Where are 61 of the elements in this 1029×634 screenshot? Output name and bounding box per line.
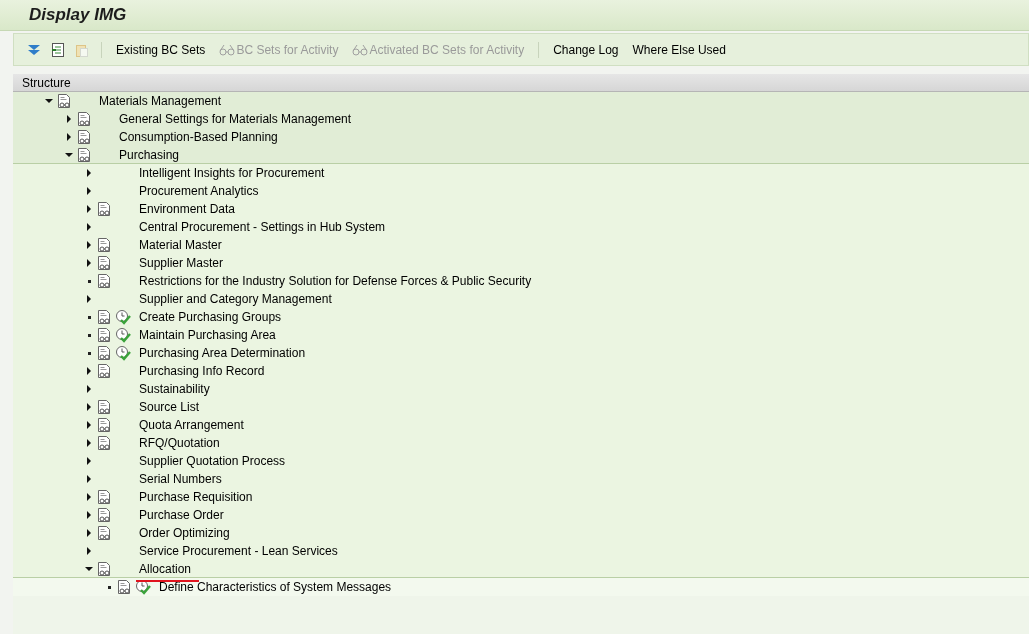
tree-node-label[interactable]: Intelligent Insights for Procurement [139,164,325,182]
tree-node-label[interactable]: Maintain Purchasing Area [139,326,276,344]
bullet-icon [87,333,91,337]
tree-node-label[interactable]: Purchase Requisition [139,488,253,506]
expand-arrow-icon[interactable] [85,439,93,447]
column-header: Structure [13,74,1029,92]
expand-arrow-icon[interactable] [65,115,73,123]
tree-node-label[interactable]: Create Purchasing Groups [139,308,282,326]
bullet-icon [87,279,91,283]
expand-arrow-icon[interactable] [85,169,93,177]
expand-all-icon [27,42,41,57]
glasses-icon [219,43,237,56]
expand-arrow-icon[interactable] [65,133,73,141]
tree-node-label[interactable]: Supplier Master [139,254,224,272]
expand-arrow-icon[interactable] [85,475,93,483]
expand-arrow-icon[interactable] [85,547,93,555]
expand-arrow-icon[interactable] [85,223,93,231]
toolbar-button[interactable]: Existing BC Sets [112,38,210,61]
tree-node-label[interactable]: Quota Arrangement [139,416,244,434]
window-title: Display IMG [29,4,127,27]
collapse-arrow-icon[interactable] [65,150,73,159]
collapse-arrow-icon[interactable] [45,97,53,105]
bullet-icon [87,315,91,319]
expand-arrow-icon[interactable] [85,457,93,465]
tree-node-label[interactable]: Sustainability [139,380,210,398]
tree-node-label[interactable]: Material Master [139,236,222,254]
tree-node-label[interactable]: Serial Numbers [139,470,222,488]
expand-arrow-icon[interactable] [85,529,93,537]
tree-node-label[interactable]: Allocation [139,559,192,578]
tree-node-label[interactable]: Supplier Quotation Process [139,452,286,470]
expand-arrow-icon[interactable] [85,385,93,393]
expand-arrow-icon[interactable] [85,295,93,303]
expand-arrow-icon[interactable] [85,421,93,429]
tree-node-label[interactable]: Purchasing [119,145,180,164]
tree-node-label[interactable]: Order Optimizing [139,524,230,542]
glasses-icon [352,43,370,56]
expand-arrow-icon[interactable] [85,205,93,213]
tree-node-label[interactable]: Source List [139,398,200,416]
expand-arrow-icon[interactable] [85,241,93,249]
tree-node-label[interactable]: Environment Data [139,200,236,218]
toolbar-button[interactable]: Change Log [549,38,623,61]
tree-node-label[interactable]: Purchase Order [139,506,224,524]
tree-node-label[interactable]: Materials Management [99,92,222,110]
bullet-icon [107,585,111,589]
document-button[interactable] [49,40,67,59]
expand-arrow-icon[interactable] [85,367,93,375]
expand-arrow-icon[interactable] [85,187,93,195]
tree-node-label[interactable]: Purchasing Area Determination [139,344,306,362]
collapse-arrow-icon[interactable] [85,564,93,573]
expand-arrow-icon[interactable] [85,493,93,501]
bullet-icon [87,351,91,355]
expand-arrow-icon[interactable] [85,511,93,519]
tree-node-label[interactable]: Service Procurement - Lean Services [139,542,338,560]
tree-node-label[interactable]: Procurement Analytics [139,182,259,200]
toolbar-button[interactable]: Where Else Used [628,38,730,61]
tree-node-label[interactable]: Supplier and Category Management [139,290,332,308]
tree-node-label[interactable]: Consumption-Based Planning [119,128,278,146]
expand-arrow-icon[interactable] [85,403,93,411]
expand-arrow-icon[interactable] [85,259,93,267]
tree-node-label[interactable]: RFQ/Quotation [139,434,220,452]
tree-node-label[interactable]: Purchasing Info Record [139,362,265,380]
